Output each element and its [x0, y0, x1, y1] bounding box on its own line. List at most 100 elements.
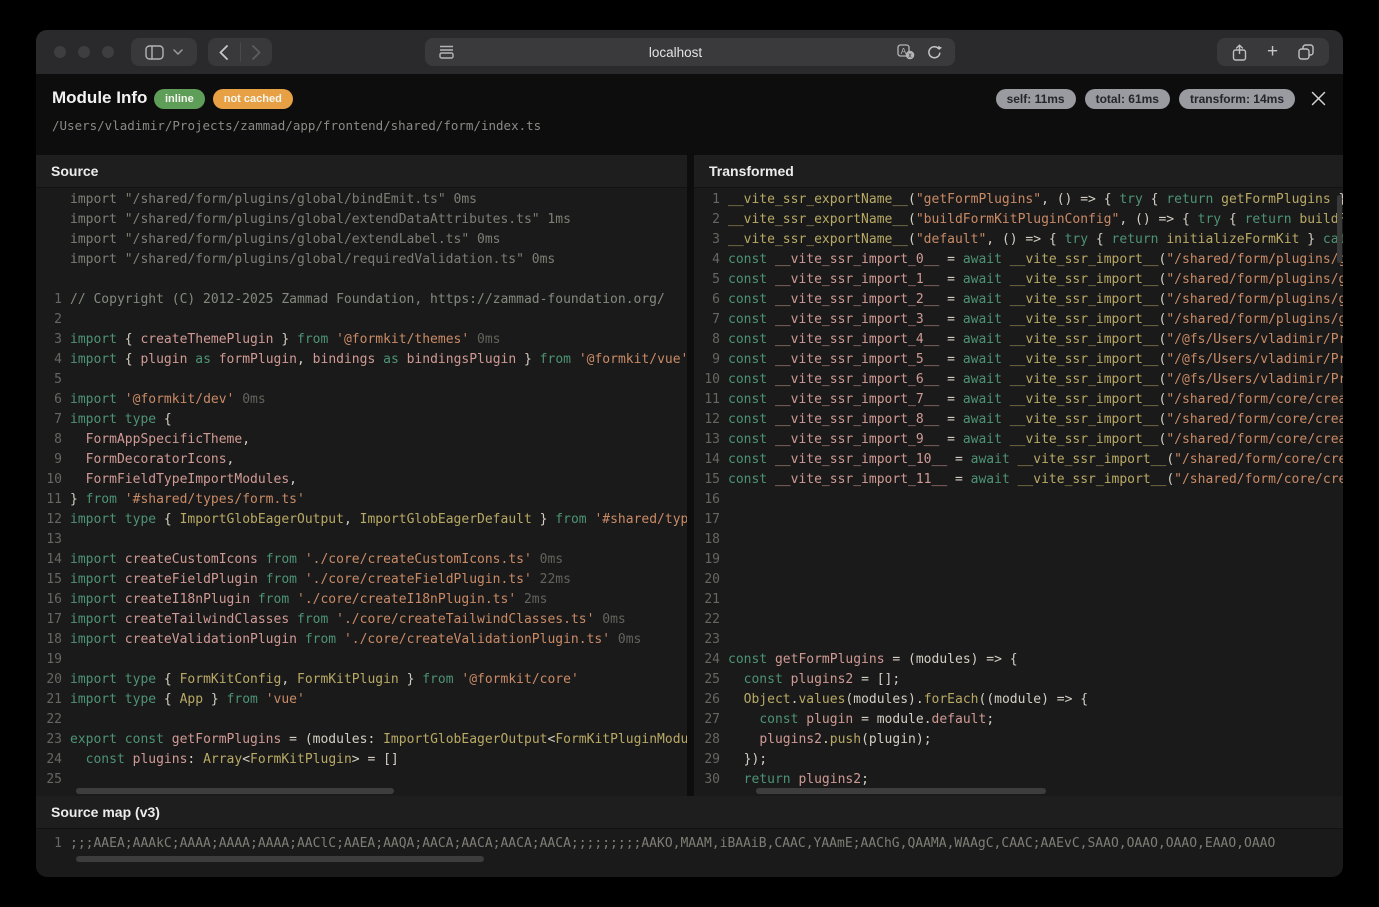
- sidebar-toggle-button[interactable]: [131, 38, 197, 66]
- code-line: 2__vite_ssr_exportName__("buildFormKitPl…: [694, 210, 1343, 230]
- code-line: 15const __vite_ssr_import_11__ = await _…: [694, 470, 1343, 490]
- back-button[interactable]: [208, 45, 240, 60]
- code-line: 9const __vite_ssr_import_5__ = await __v…: [694, 350, 1343, 370]
- code-line: 4import { plugin as formPlugin, bindings…: [36, 350, 687, 370]
- forward-button[interactable]: [241, 45, 273, 60]
- code-line: 3import { createThemePlugin } from '@for…: [36, 330, 687, 350]
- translate-icon[interactable]: Ax: [897, 44, 915, 60]
- browser-window: localhost Ax + Module Info inline not ca…: [36, 30, 1343, 877]
- code-line: [36, 270, 687, 290]
- badge-group: inline not cached: [154, 89, 293, 109]
- source-panel: Source import "/shared/form/plugins/glob…: [36, 155, 687, 796]
- code-line: 21: [694, 590, 1343, 610]
- page-title: Module Info: [52, 88, 147, 108]
- code-line: import "/shared/form/plugins/global/bind…: [36, 190, 687, 210]
- sourcemap-view[interactable]: 1;;;AAEA;AAAkC;AAAA;AAAA;AAAA;AAClC;AAEA…: [36, 829, 1343, 854]
- source-panel-title: Source: [36, 155, 687, 188]
- code-line: 20import type { FormKitConfig, FormKitPl…: [36, 670, 687, 690]
- total-time-badge: total: 61ms: [1085, 89, 1170, 109]
- code-line: 2: [36, 310, 687, 330]
- code-line: 18: [694, 530, 1343, 550]
- code-line: 6const __vite_ssr_import_2__ = await __v…: [694, 290, 1343, 310]
- code-line: 12import type { ImportGlobEagerOutput, I…: [36, 510, 687, 530]
- toolbar-right-group: +: [1217, 38, 1329, 66]
- transformed-panel: Transformed 1__vite_ssr_exportName__("ge…: [694, 155, 1343, 796]
- code-line: 7const __vite_ssr_import_3__ = await __v…: [694, 310, 1343, 330]
- code-line: 23export const getFormPlugins = (modules…: [36, 730, 687, 750]
- transform-time-badge: transform: 14ms: [1179, 89, 1295, 109]
- code-line: 16: [694, 490, 1343, 510]
- code-line: 11const __vite_ssr_import_7__ = await __…: [694, 390, 1343, 410]
- code-line: 18import createValidationPlugin from './…: [36, 630, 687, 650]
- code-line: 6import '@formkit/dev' 0ms: [36, 390, 687, 410]
- self-time-badge: self: 11ms: [996, 89, 1076, 109]
- sourcemap-title: Source map (v3): [36, 796, 1343, 829]
- code-line: 10 FormFieldTypeImportModules,: [36, 470, 687, 490]
- new-tab-icon[interactable]: +: [1267, 42, 1278, 61]
- code-line: 5: [36, 370, 687, 390]
- code-line: 25 const plugins2 = [];: [694, 670, 1343, 690]
- code-line: 14import createCustomIcons from './core/…: [36, 550, 687, 570]
- code-line: import "/shared/form/plugins/global/exte…: [36, 210, 687, 230]
- url-text: localhost: [454, 45, 897, 60]
- code-line: 22: [694, 610, 1343, 630]
- code-line: 26 Object.values(modules).forEach((modul…: [694, 690, 1343, 710]
- not-cached-badge: not cached: [213, 89, 293, 109]
- tab-overview-icon[interactable]: [1298, 44, 1314, 60]
- code-line: 19: [36, 650, 687, 670]
- code-line: 25: [36, 770, 687, 790]
- code-line: 28 plugins2.push(plugin);: [694, 730, 1343, 750]
- code-line: 24 const plugins: Array<FormKitPlugin> =…: [36, 750, 687, 770]
- code-line: 1;;;AAEA;AAAkC;AAAA;AAAA;AAAA;AAClC;AAEA…: [36, 834, 1343, 854]
- code-line: 5const __vite_ssr_import_1__ = await __v…: [694, 270, 1343, 290]
- source-code-view[interactable]: import "/shared/form/plugins/global/bind…: [36, 188, 687, 798]
- transformed-panel-title: Transformed: [694, 155, 1343, 188]
- inline-badge: inline: [154, 89, 205, 109]
- share-icon[interactable]: [1232, 44, 1247, 61]
- code-line: 29 });: [694, 750, 1343, 770]
- code-line: 7import type {: [36, 410, 687, 430]
- code-line: 8 FormAppSpecificTheme,: [36, 430, 687, 450]
- code-line: 17import createTailwindClasses from './c…: [36, 610, 687, 630]
- sidebar-icon: [145, 45, 164, 60]
- code-line: 27 const plugin = module.default;: [694, 710, 1343, 730]
- code-line: 17: [694, 510, 1343, 530]
- timing-metrics: self: 11ms total: 61ms transform: 14ms: [996, 89, 1295, 109]
- code-line: 4const __vite_ssr_import_0__ = await __v…: [694, 250, 1343, 270]
- code-line: 1__vite_ssr_exportName__("getFormPlugins…: [694, 190, 1343, 210]
- code-line: 11} from '#shared/types/form.ts': [36, 490, 687, 510]
- code-line: 21import type { App } from 'vue': [36, 690, 687, 710]
- chevron-down-icon: [173, 49, 183, 55]
- code-line: 19: [694, 550, 1343, 570]
- module-info-header: Module Info inline not cached self: 11ms…: [36, 74, 1343, 155]
- transformed-horizontal-scrollbar[interactable]: [756, 788, 1046, 794]
- address-bar[interactable]: localhost Ax: [425, 38, 955, 66]
- source-horizontal-scrollbar[interactable]: [76, 788, 394, 794]
- transformed-code-view[interactable]: 1__vite_ssr_exportName__("getFormPlugins…: [694, 188, 1343, 798]
- sourcemap-horizontal-scrollbar[interactable]: [76, 856, 484, 862]
- code-line: import "/shared/form/plugins/global/exte…: [36, 230, 687, 250]
- traffic-light-close-button[interactable]: [54, 46, 66, 58]
- page-menu-icon[interactable]: [439, 45, 454, 59]
- transformed-vertical-scrollbar[interactable]: [1337, 195, 1342, 263]
- code-line: 14const __vite_ssr_import_10__ = await _…: [694, 450, 1343, 470]
- code-line: 23: [694, 630, 1343, 650]
- code-line: 20: [694, 570, 1343, 590]
- svg-text:x: x: [908, 53, 912, 60]
- code-line: 13: [36, 530, 687, 550]
- code-line: 3__vite_ssr_exportName__("default", () =…: [694, 230, 1343, 250]
- code-line: 24const getFormPlugins = (modules) => {: [694, 650, 1343, 670]
- code-line: 12const __vite_ssr_import_8__ = await __…: [694, 410, 1343, 430]
- close-button[interactable]: [1307, 87, 1329, 109]
- code-line: 13const __vite_ssr_import_9__ = await __…: [694, 430, 1343, 450]
- traffic-light-minimize-button[interactable]: [78, 46, 90, 58]
- browser-toolbar: localhost Ax +: [36, 30, 1343, 74]
- code-line: 9 FormDecoratorIcons,: [36, 450, 687, 470]
- traffic-light-zoom-button[interactable]: [102, 46, 114, 58]
- code-line: 1// Copyright (C) 2012-2025 Zammad Found…: [36, 290, 687, 310]
- code-line: 22: [36, 710, 687, 730]
- code-line: 30 return plugins2;: [694, 770, 1343, 790]
- code-line: 8const __vite_ssr_import_4__ = await __v…: [694, 330, 1343, 350]
- reload-button[interactable]: [927, 45, 942, 60]
- nav-button-group: [208, 38, 272, 66]
